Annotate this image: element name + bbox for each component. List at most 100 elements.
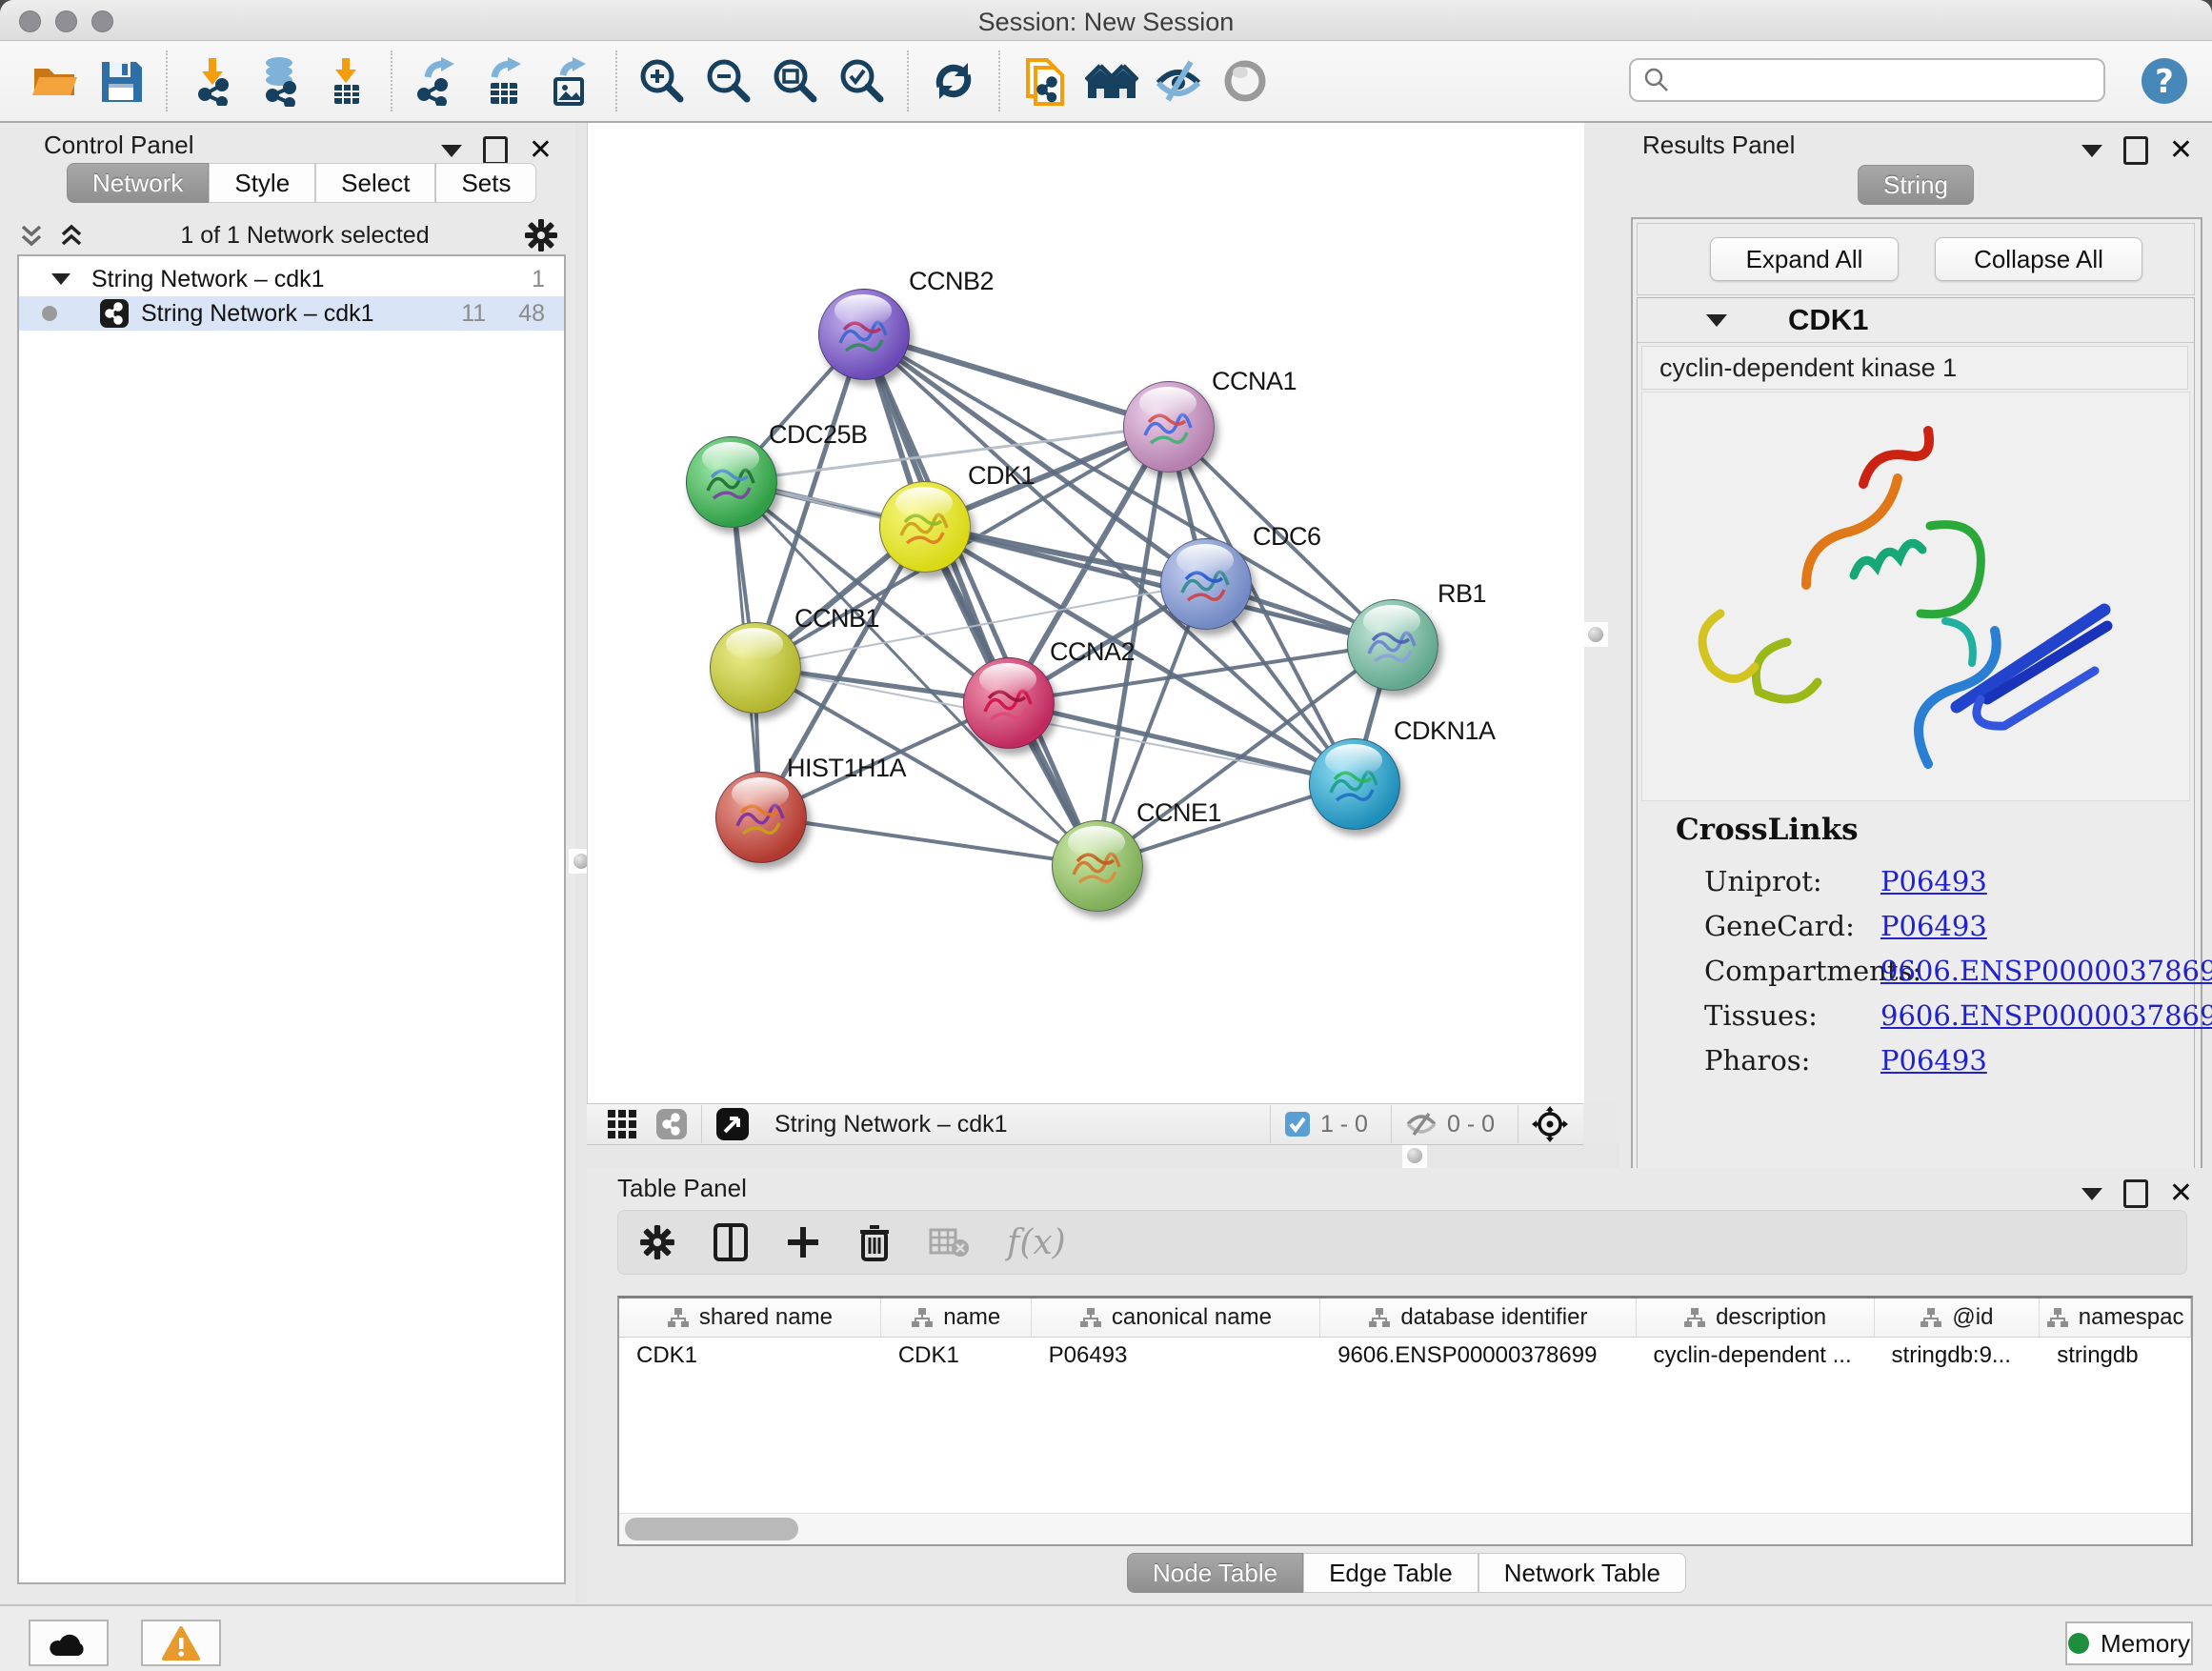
search-input[interactable] (1679, 66, 2092, 94)
show-hidden-button[interactable] (1218, 54, 1272, 108)
gene-header-row[interactable]: CDK1 (1638, 298, 2194, 343)
hidden-eye-icon[interactable] (1405, 1112, 1438, 1137)
table-horizontal-scrollbar[interactable] (619, 1513, 2191, 1544)
memory-button[interactable]: Memory (2065, 1621, 2193, 1665)
tab-edge-table[interactable]: Edge Table (1303, 1553, 1478, 1593)
crosslink-link[interactable]: P06493 (1880, 1044, 1987, 1077)
network-collection-row[interactable]: String Network – cdk1 1 (19, 262, 564, 296)
close-panel-icon[interactable]: ✕ (2169, 139, 2193, 162)
birdseye-icon[interactable] (1532, 1106, 1568, 1142)
tab-sets[interactable]: Sets (435, 163, 536, 203)
collection-expander-icon[interactable] (51, 273, 70, 285)
tab-network[interactable]: Network (67, 163, 209, 203)
right-splitter[interactable] (1583, 123, 1619, 1103)
open-session-button[interactable] (28, 54, 81, 108)
search-field[interactable] (1629, 58, 2105, 102)
gear-icon[interactable] (524, 218, 558, 252)
network-node-ccna1[interactable] (1123, 381, 1215, 473)
table-row[interactable]: CDK1CDK1P064939606.ENSP00000378699cyclin… (619, 1338, 2191, 1374)
column-header-name[interactable]: name (881, 1299, 1032, 1337)
gene-expander-icon[interactable] (1706, 314, 1727, 327)
network-node-ccnb1[interactable] (710, 622, 801, 714)
crosslink-link[interactable]: 9606.ENSP00000378699 (1880, 999, 2212, 1032)
network-node-hist1h1a[interactable] (715, 772, 807, 863)
hide-selected-button[interactable] (1152, 54, 1205, 108)
import-network-from-database-button[interactable] (252, 54, 306, 108)
export-table-button[interactable] (477, 54, 531, 108)
tab-style[interactable]: Style (209, 163, 315, 203)
table-cell[interactable]: CDK1 (619, 1338, 881, 1374)
apply-layout-button[interactable] (927, 54, 980, 108)
network-node-cdkn1a[interactable] (1309, 738, 1400, 830)
collapse-all-icon[interactable] (17, 221, 46, 250)
table-cell[interactable]: 9606.ENSP00000378699 (1320, 1338, 1636, 1374)
network-node-ccnb2[interactable] (818, 289, 910, 380)
column-header-database-identifier[interactable]: database identifier (1320, 1299, 1636, 1337)
delete-column-trash-icon[interactable] (858, 1223, 891, 1261)
crosslink-link[interactable]: P06493 (1880, 865, 1987, 897)
network-node-ccna2[interactable] (963, 657, 1055, 749)
table-cell[interactable]: CDK1 (881, 1338, 1032, 1374)
save-session-button[interactable] (94, 54, 148, 108)
tab-network-table[interactable]: Network Table (1478, 1553, 1686, 1593)
panel-menu-icon[interactable] (441, 145, 462, 157)
selected-checkbox-icon[interactable] (1284, 1111, 1311, 1137)
expand-all-icon[interactable] (57, 221, 86, 250)
network-node-cdc6[interactable] (1160, 538, 1252, 630)
cloud-status-button[interactable] (29, 1620, 109, 1666)
show-hide-annotations-button[interactable] (1085, 54, 1138, 108)
zoom-out-button[interactable] (702, 54, 755, 108)
help-button[interactable]: ? (2140, 56, 2189, 106)
network-node-cdk1[interactable] (879, 481, 971, 573)
table-cell[interactable]: cyclin-dependent ... (1637, 1338, 1875, 1374)
add-column-icon[interactable] (786, 1225, 820, 1259)
table-cell[interactable]: P06493 (1032, 1338, 1321, 1374)
show-columns-icon[interactable] (714, 1223, 748, 1261)
right-splitter-handle[interactable] (1583, 622, 1608, 647)
import-table-from-file-button[interactable] (319, 54, 372, 108)
close-panel-icon[interactable]: ✕ (529, 139, 553, 162)
zoom-in-button[interactable] (635, 54, 689, 108)
crosslink-link[interactable]: P06493 (1880, 910, 1987, 942)
network-canvas[interactable]: CCNB2CCNA1CDC25BCDK1CDC6RB1CCNB1CCNA2CDK… (587, 123, 1584, 1103)
network-node-ccne1[interactable] (1052, 820, 1143, 912)
import-network-from-file-button[interactable] (186, 54, 239, 108)
close-panel-icon[interactable]: ✕ (2169, 1182, 2193, 1205)
float-panel-icon[interactable] (483, 136, 508, 165)
left-splitter[interactable] (575, 123, 587, 1602)
zoom-fit-button[interactable] (769, 54, 822, 108)
new-network-from-selection-button[interactable] (1018, 54, 1072, 108)
network-view-icon[interactable] (655, 1108, 688, 1140)
column-header-shared-name[interactable]: shared name (619, 1299, 881, 1337)
network-edge[interactable] (863, 333, 1168, 426)
panel-menu-icon[interactable] (2081, 1188, 2102, 1200)
tab-string[interactable]: String (1858, 165, 1974, 205)
collapse-all-button[interactable]: Collapse All (1935, 237, 2142, 281)
table-cell[interactable]: stringdb (2040, 1338, 2191, 1374)
crosslink-link[interactable]: 9606.ENSP00000378699 (1880, 955, 2212, 987)
table-cell[interactable]: stringdb:9... (1875, 1338, 2041, 1374)
network-edge[interactable] (760, 816, 1096, 865)
export-image-button[interactable] (544, 54, 597, 108)
detach-view-icon[interactable] (715, 1107, 750, 1141)
float-panel-icon[interactable] (2123, 136, 2148, 165)
tab-select[interactable]: Select (315, 163, 435, 203)
float-panel-icon[interactable] (2123, 1179, 2148, 1208)
export-network-button[interactable] (411, 54, 464, 108)
network-edge[interactable] (863, 333, 1096, 865)
warnings-button[interactable] (141, 1620, 221, 1666)
tab-node-table[interactable]: Node Table (1127, 1553, 1303, 1593)
column-header--id[interactable]: @id (1875, 1299, 2041, 1337)
bottom-splitter-handle[interactable] (1402, 1143, 1427, 1168)
grid-view-icon[interactable] (606, 1108, 638, 1140)
network-row-selected[interactable]: String Network – cdk1 11 48 (19, 296, 564, 331)
column-header-description[interactable]: description (1637, 1299, 1875, 1337)
column-header-canonical-name[interactable]: canonical name (1032, 1299, 1321, 1337)
panel-menu-icon[interactable] (2081, 145, 2102, 157)
table-settings-gear-icon[interactable] (639, 1224, 675, 1260)
expand-all-button[interactable]: Expand All (1710, 237, 1899, 281)
network-node-cdc25b[interactable] (686, 436, 777, 528)
network-node-rb1[interactable] (1347, 599, 1438, 691)
scrollbar-thumb[interactable] (625, 1518, 798, 1540)
column-header-namespac[interactable]: namespac (2040, 1299, 2191, 1337)
